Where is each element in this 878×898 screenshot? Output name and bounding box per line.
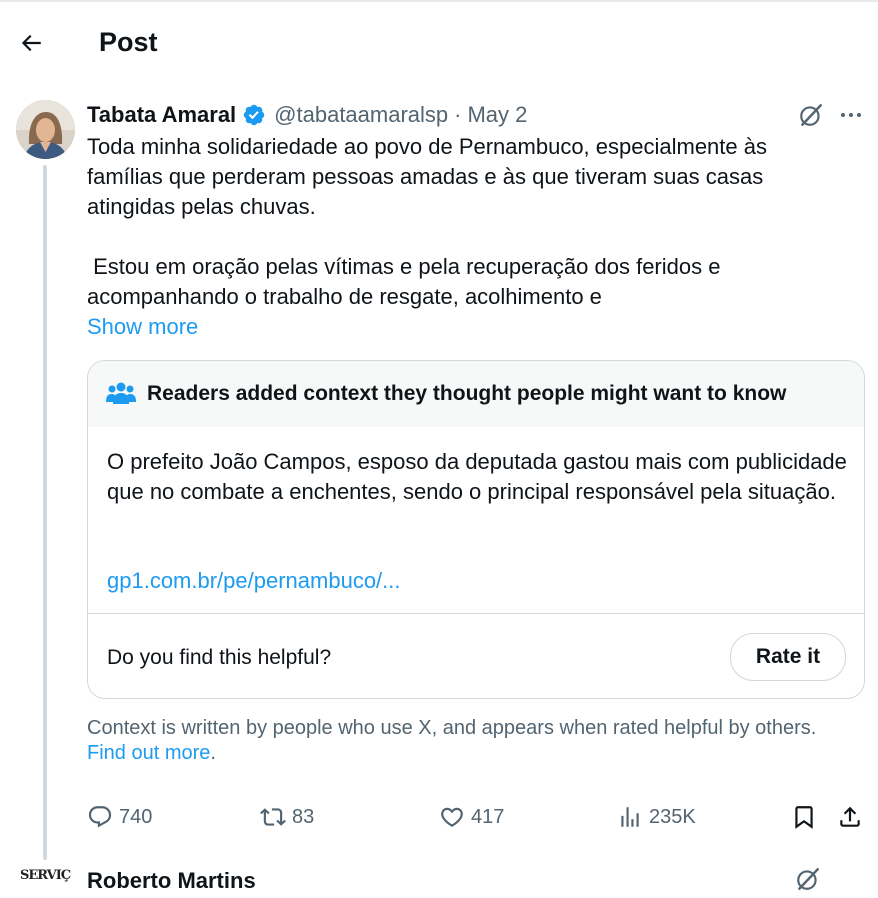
more-dots-icon	[841, 113, 861, 117]
post-text-paragraph-1: Toda minha solidariedade ao povo de Pern…	[87, 134, 767, 219]
reply-icon	[88, 806, 112, 828]
disclaimer-period: .	[210, 742, 216, 764]
grok-icon	[797, 868, 819, 890]
post-text: Toda minha solidariedade ao povo de Pern…	[87, 132, 847, 312]
community-note-source-link[interactable]: gp1.com.br/pe/pernambuco/...	[107, 566, 401, 596]
bar-chart-icon	[621, 807, 639, 827]
post-header: Tabata Amaral @tabataamaralsp · May 2	[87, 100, 527, 130]
show-more-link[interactable]: Show more	[87, 312, 198, 342]
repost-count: 83	[292, 805, 315, 828]
grok-button[interactable]	[795, 99, 827, 131]
post-date[interactable]: May 2	[467, 102, 527, 128]
author-name[interactable]: Tabata Amaral	[87, 102, 236, 128]
reply-button[interactable]: 740	[87, 800, 152, 834]
arrow-left-icon	[21, 34, 41, 52]
community-note-header: Readers added context they thought peopl…	[88, 361, 864, 427]
people-icon	[106, 382, 136, 404]
bookmark-button[interactable]	[791, 800, 823, 834]
avatar-photo	[16, 100, 75, 159]
separator-dot: ·	[454, 102, 462, 127]
community-note-text: O prefeito João Campos, esposo da deputa…	[107, 449, 847, 504]
like-count: 417	[471, 805, 505, 828]
thread-line	[43, 165, 47, 860]
rate-it-button[interactable]: Rate it	[730, 633, 846, 681]
next-post-grok-button[interactable]	[795, 866, 827, 898]
more-options-button[interactable]	[835, 99, 867, 131]
reply-count: 740	[119, 805, 153, 828]
next-post-avatar[interactable]: SERVIÇ	[20, 868, 72, 888]
page-header: Post	[0, 0, 878, 86]
post-text-paragraph-2: Estou em oração pelas vítimas e pela rec…	[87, 254, 727, 309]
helpful-question: Do you find this helpful?	[107, 646, 332, 669]
page-title: Post	[99, 27, 158, 57]
views-button[interactable]: 235K	[617, 800, 696, 834]
like-button[interactable]: 417	[439, 800, 504, 834]
bookmark-icon	[795, 806, 813, 829]
repost-button[interactable]: 83	[260, 800, 314, 834]
find-out-more-link[interactable]: Find out more	[87, 742, 210, 764]
disclaimer-text: Context is written by people who use X, …	[87, 717, 817, 739]
community-note: Readers added context they thought peopl…	[87, 360, 865, 699]
repost-icon	[260, 808, 286, 826]
community-note-disclaimer: Context is written by people who use X, …	[87, 716, 847, 766]
author-avatar[interactable]	[16, 100, 75, 159]
view-count: 235K	[649, 805, 696, 828]
community-note-divider	[88, 613, 864, 614]
share-icon	[840, 806, 860, 827]
heart-icon	[441, 807, 463, 827]
grok-icon	[800, 104, 822, 126]
next-post-author-name[interactable]: Roberto Martins	[87, 866, 256, 896]
share-button[interactable]	[837, 800, 869, 834]
verified-badge-icon[interactable]	[242, 103, 266, 127]
community-note-title: Readers added context they thought peopl…	[147, 382, 787, 405]
back-button[interactable]	[12, 24, 50, 62]
post-actions-bar: 740 83 417 235K	[87, 800, 867, 834]
author-handle[interactable]: @tabataamaralsp	[274, 102, 448, 128]
